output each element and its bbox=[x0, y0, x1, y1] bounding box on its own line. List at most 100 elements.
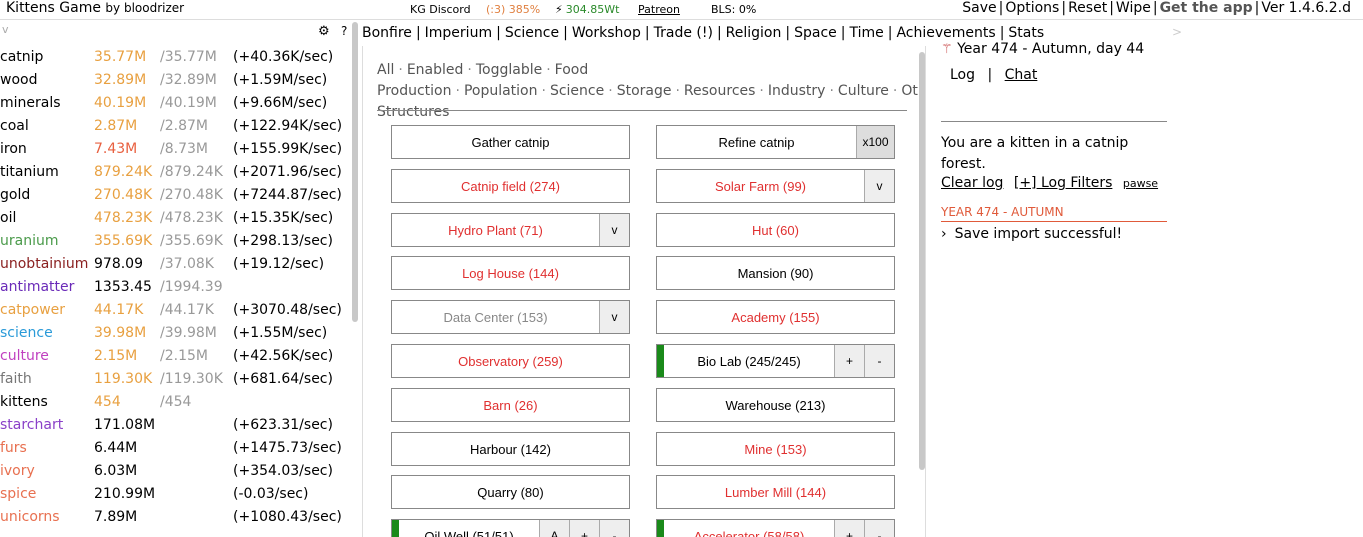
resource-name: science bbox=[0, 324, 53, 341]
log-message: › Save import successful! bbox=[941, 226, 1122, 242]
reset-link[interactable]: Reset bbox=[1068, 0, 1107, 16]
pawse-link[interactable]: pawse bbox=[1123, 177, 1158, 190]
separator: | bbox=[999, 25, 1005, 41]
building-on-indicator[interactable] bbox=[392, 520, 399, 537]
get-the-app-link[interactable]: Get the app bbox=[1160, 0, 1253, 16]
decrease-button[interactable]: - bbox=[864, 345, 894, 377]
tab-time[interactable]: Time bbox=[849, 25, 883, 41]
building-button-lumber-mill[interactable]: Lumber Mill (144) bbox=[656, 475, 895, 509]
filter-all[interactable]: All bbox=[377, 62, 394, 78]
resource-row-unobtainium: unobtainium 978.09/37.08K (+19.12/sec) bbox=[0, 252, 352, 275]
building-on-indicator[interactable] bbox=[657, 345, 664, 377]
decrease-button[interactable]: - bbox=[599, 520, 629, 537]
tab-science[interactable]: Science bbox=[505, 25, 559, 41]
resource-max bbox=[160, 482, 233, 505]
filter-togglable[interactable]: Togglable bbox=[476, 62, 542, 78]
refine-x100-button[interactable]: x100 bbox=[856, 126, 894, 158]
resource-name: antimatter bbox=[0, 278, 75, 295]
tab-workshop[interactable]: Workshop bbox=[572, 25, 641, 41]
filter-population[interactable]: Population bbox=[464, 83, 538, 99]
resource-max: /879.24K bbox=[160, 163, 223, 180]
building-button-hydro-plant[interactable]: Hydro Plant (71) v bbox=[391, 213, 630, 247]
resource-row-kittens: kittens 454/454 bbox=[0, 390, 352, 413]
chevron-down-icon[interactable]: v bbox=[599, 301, 629, 333]
kg-discord-link[interactable]: KG Discord bbox=[410, 3, 471, 16]
building-label: Accelerator (58/58) bbox=[693, 528, 805, 537]
resource-max: /1994.39 bbox=[160, 278, 223, 295]
building-button-mansion[interactable]: Mansion (90) bbox=[656, 256, 895, 290]
filter-culture[interactable]: Culture bbox=[838, 83, 889, 99]
increase-button[interactable]: + bbox=[834, 345, 864, 377]
building-button-data-center[interactable]: Data Center (153) v bbox=[391, 300, 630, 334]
building-button-mine[interactable]: Mine (153) bbox=[656, 432, 895, 466]
chevron-down-icon[interactable]: v bbox=[599, 214, 629, 246]
resource-max: /119.30K bbox=[160, 370, 223, 387]
filter-science[interactable]: Science bbox=[550, 83, 604, 99]
collapse-toggle[interactable]: v bbox=[2, 23, 9, 36]
building-button-log-house[interactable]: Log House (144) bbox=[391, 256, 630, 290]
save-link[interactable]: Save bbox=[962, 0, 996, 16]
tab-space[interactable]: Space bbox=[794, 25, 837, 41]
log-filters-link[interactable]: [+] Log Filters bbox=[1014, 175, 1113, 191]
building-button-solar-farm[interactable]: Solar Farm (99) v bbox=[656, 169, 895, 203]
resource-scrollbar[interactable] bbox=[352, 22, 358, 322]
building-button-harbour[interactable]: Harbour (142) bbox=[391, 432, 630, 466]
separator: | bbox=[1254, 0, 1260, 16]
building-button-gather-catnip[interactable]: Gather catnip bbox=[391, 125, 630, 159]
building-label: Mine (153) bbox=[744, 441, 807, 457]
building-button-academy[interactable]: Academy (155) bbox=[656, 300, 895, 334]
tab-imperium[interactable]: Imperium bbox=[425, 25, 492, 41]
resource-max: /478.23K bbox=[160, 209, 223, 226]
filter-resources[interactable]: Resources bbox=[684, 83, 756, 99]
building-button-accelerator[interactable]: Accelerator (58/58) + - bbox=[656, 519, 895, 537]
chevron-down-icon[interactable]: v bbox=[864, 170, 894, 202]
building-label: Solar Farm (99) bbox=[714, 178, 807, 194]
building-button-quarry[interactable]: Quarry (80) bbox=[391, 475, 630, 509]
filter-storage[interactable]: Storage bbox=[617, 83, 672, 99]
building-button-barn[interactable]: Barn (26) bbox=[391, 388, 630, 422]
separator: | bbox=[840, 25, 846, 41]
increase-button[interactable]: + bbox=[834, 520, 864, 537]
automation-button[interactable]: A bbox=[539, 520, 569, 537]
version-link[interactable]: Ver 1.4.6.2.d bbox=[1261, 0, 1351, 16]
building-button-observatory[interactable]: Observatory (259) bbox=[391, 344, 630, 378]
building-button-oil-well[interactable]: Oil Well (51/51) A + - bbox=[391, 519, 630, 537]
tab-bonfire[interactable]: Bonfire bbox=[362, 25, 412, 41]
gear-icon[interactable]: ⚙ bbox=[318, 24, 330, 39]
clear-log-link[interactable]: Clear log bbox=[941, 175, 1003, 191]
tab-log[interactable]: Log bbox=[950, 67, 975, 83]
separator: | bbox=[1061, 0, 1067, 16]
building-button-bio-lab[interactable]: Bio Lab (245/245) + - bbox=[656, 344, 895, 378]
resource-amount: 39.98M bbox=[94, 324, 147, 341]
building-button-catnip-field[interactable]: Catnip field (274) bbox=[391, 169, 630, 203]
separator: · bbox=[541, 83, 546, 99]
resource-max: /8.73M bbox=[160, 140, 208, 157]
bonfire-panel: All · Enabled · Togglable · Food Production · Po… bbox=[362, 46, 926, 537]
tab-religion[interactable]: Religion bbox=[726, 25, 782, 41]
building-button-warehouse[interactable]: Warehouse (213) bbox=[656, 388, 895, 422]
tab-chat[interactable]: Chat bbox=[1005, 67, 1038, 83]
wipe-link[interactable]: Wipe bbox=[1116, 0, 1151, 16]
patreon-link[interactable]: Patreon bbox=[638, 3, 680, 16]
increase-button[interactable]: + bbox=[569, 520, 599, 537]
tab-stats[interactable]: Stats bbox=[1008, 25, 1044, 41]
tab-achievements[interactable]: Achievements bbox=[896, 25, 995, 41]
help-icon[interactable]: ? bbox=[341, 24, 347, 38]
filter-industry[interactable]: Industry bbox=[768, 83, 826, 99]
decrease-button[interactable]: - bbox=[864, 520, 894, 537]
bonfire-scrollbar[interactable] bbox=[919, 52, 925, 470]
resource-panel-header: v ⚙ ? bbox=[0, 22, 352, 44]
energy-indicator: ⚡ 304.85Wt bbox=[555, 3, 619, 16]
tab-trade[interactable]: Trade (!) bbox=[654, 25, 713, 41]
resource-max: /32.89M bbox=[160, 71, 217, 88]
game-title: Kittens Game by bloodrizer bbox=[6, 0, 184, 16]
log-controls: Clear log [+] Log Filters pawse bbox=[941, 175, 1158, 191]
options-link[interactable]: Options bbox=[1005, 0, 1059, 16]
building-on-indicator[interactable] bbox=[657, 520, 664, 537]
building-label: Gather catnip bbox=[471, 134, 550, 150]
building-button-refine-catnip[interactable]: Refine catnip x100 bbox=[656, 125, 895, 159]
filter-enabled[interactable]: Enabled bbox=[407, 62, 464, 78]
building-button-hut[interactable]: Hut (60) bbox=[656, 213, 895, 247]
resource-rate bbox=[233, 390, 352, 413]
resource-amount: 478.23K bbox=[94, 209, 153, 226]
